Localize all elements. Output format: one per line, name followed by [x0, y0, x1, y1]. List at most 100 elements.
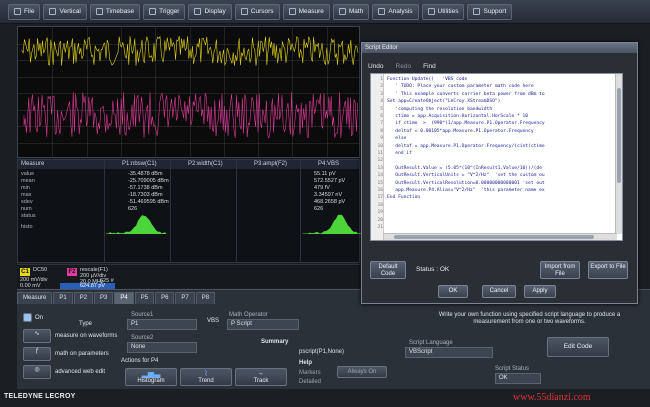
- code-line[interactable]: app.Measure.P4.Alias="V^2/Hz" 'this para…: [387, 188, 544, 193]
- trend-button-label: Trend: [198, 378, 214, 384]
- waveform-icon: ∿: [34, 331, 40, 337]
- track-button[interactable]: ⌁ Track: [235, 368, 287, 386]
- type-advanced-button[interactable]: ◎: [23, 365, 51, 379]
- histogram-button[interactable]: ▂▅▃ Histogram: [125, 368, 177, 386]
- script-editor-dialog[interactable]: Script Editor Undo Redo Find 1 2 3 4 5 6 7 8 9 10…: [361, 42, 638, 304]
- menu-trigger-button[interactable]: Trigger: [143, 3, 186, 20]
- code-line[interactable]: 'computing the resolution bandwidth: [387, 107, 492, 112]
- menu-utilities-button[interactable]: Utilities: [421, 3, 465, 20]
- code-line[interactable]: OutResult.Value = (5.05*(10^(InResult1.V…: [387, 166, 542, 171]
- math-operator-field[interactable]: P Script: [227, 319, 299, 330]
- horizontal-scroll-thumb[interactable]: [394, 235, 594, 239]
- code-horizontal-scrollbar[interactable]: [384, 233, 617, 240]
- menu-timebase-button[interactable]: Timebase: [89, 3, 141, 20]
- type-math-button[interactable]: ƒ: [23, 347, 51, 361]
- code-line[interactable]: OutResult.VerticalUnits = "V^2/Hz" 'set …: [387, 173, 544, 178]
- help-detailed-label: Detailed: [299, 379, 322, 385]
- grid-line: [120, 27, 122, 157]
- code-line[interactable]: OutResult.VerticalResolution=0.000000000…: [387, 181, 544, 186]
- redo-menu-item[interactable]: Redo: [396, 63, 412, 70]
- source2-field[interactable]: None: [127, 342, 197, 353]
- tab-p7[interactable]: P7: [175, 292, 195, 304]
- code-line[interactable]: else: [387, 136, 406, 141]
- p4-cell: 3.34597 nV: [314, 192, 343, 198]
- line-number: 18: [377, 202, 383, 208]
- find-menu-item[interactable]: Find: [423, 63, 436, 70]
- measure-column-header[interactable]: P1:nbsw(C1): [122, 160, 157, 169]
- edit-code-button[interactable]: Edit Code: [547, 337, 609, 357]
- cancel-button[interactable]: Cancel: [482, 285, 516, 298]
- menu-file-button[interactable]: File: [8, 3, 41, 20]
- on-checkbox[interactable]: [23, 313, 32, 322]
- line-number: 6: [380, 114, 383, 119]
- ok-button[interactable]: OK: [438, 285, 468, 298]
- measure-column-header[interactable]: P4:VBS: [318, 160, 339, 169]
- line-number: 14: [377, 173, 383, 179]
- grid-line: [52, 27, 54, 157]
- type-measure-button[interactable]: ∿: [23, 329, 51, 343]
- menu-display-button[interactable]: Display: [188, 3, 232, 20]
- code-line[interactable]: ctime = app.Acquisition.Horizontal.HorSc…: [387, 114, 528, 119]
- code-line[interactable]: if ctime > (990*(1/app.Measure.P1.Operat…: [387, 121, 544, 126]
- file-icon: [14, 8, 21, 15]
- grid-line: [223, 27, 225, 157]
- source1-field[interactable]: P1: [127, 319, 197, 330]
- grid-line: [18, 43, 359, 45]
- menu-math-button[interactable]: Math: [332, 3, 370, 20]
- tab-p4[interactable]: P4: [114, 292, 134, 304]
- import-from-file-button[interactable]: Import from File: [540, 261, 580, 279]
- line-number: 20: [377, 217, 383, 223]
- menu-label: Math: [348, 8, 364, 15]
- menu-vertical-button[interactable]: Vertical: [43, 3, 87, 20]
- tab-p1[interactable]: P1: [53, 292, 73, 304]
- tab-p3[interactable]: P3: [94, 292, 114, 304]
- code-line[interactable]: Function Update() 'VBS code: [387, 77, 467, 82]
- site-watermark: www.55dianzi.com: [513, 392, 591, 403]
- menu-analysis-button[interactable]: Analysis: [372, 3, 419, 20]
- menu-measure-button[interactable]: Measure: [282, 3, 330, 20]
- code-line[interactable]: deltaf = 0.00105*app.Measure.P1.Operator…: [387, 129, 533, 134]
- grid-line: [18, 93, 359, 94]
- code-line[interactable]: deltaf = app.Measure.P1.Operator.Frequen…: [387, 144, 544, 149]
- f2-spectrum-trace: [23, 92, 358, 139]
- measure-column-header[interactable]: P3:ampl(F2): [254, 160, 287, 169]
- line-number: 15: [377, 180, 383, 186]
- display-icon: [194, 8, 202, 15]
- default-code-button[interactable]: Default Code: [370, 261, 406, 279]
- menu-label: Trigger: [159, 8, 180, 15]
- tab-p2[interactable]: P2: [73, 292, 94, 304]
- grid-line: [189, 27, 191, 157]
- cursors-icon: [240, 8, 248, 15]
- line-number: 4: [380, 99, 383, 105]
- code-line[interactable]: ' This example converts carrier beta pow…: [387, 92, 544, 97]
- measure-column-header[interactable]: P2:width(C1): [188, 160, 223, 169]
- menu-label: Support: [483, 8, 507, 15]
- code-line[interactable]: end if: [387, 151, 412, 156]
- tab-measure[interactable]: Measure: [17, 292, 53, 304]
- c1-coupling: DC50: [33, 267, 48, 273]
- undo-menu-item[interactable]: Undo: [368, 63, 384, 70]
- trend-button[interactable]: ⌇ Trend: [180, 368, 232, 386]
- grid-line: [18, 142, 359, 144]
- menu-cursors-button[interactable]: Cursors: [234, 3, 280, 20]
- tab-p5[interactable]: P5: [134, 292, 155, 304]
- script-editor-title[interactable]: Script Editor: [362, 43, 637, 53]
- code-vertical-scrollbar[interactable]: [615, 74, 622, 234]
- f2-channel-tag[interactable]: F2: [67, 268, 77, 276]
- always-on-toggle[interactable]: Always On: [337, 366, 387, 378]
- tab-p6[interactable]: P6: [155, 292, 175, 304]
- code-line[interactable]: ' TODO: Place your custom parameter math…: [387, 84, 533, 89]
- menu-support-button[interactable]: Support: [467, 3, 513, 20]
- vertical-scroll-thumb[interactable]: [617, 88, 621, 183]
- code-line[interactable]: End Function: [387, 195, 420, 200]
- c1-channel-tag[interactable]: C1: [20, 268, 30, 276]
- export-to-file-button[interactable]: Export to File: [588, 261, 628, 279]
- tab-p8[interactable]: P8: [195, 292, 216, 304]
- code-line[interactable]: Set app=CreateObject("LeCroy.XStreamDSO"…: [387, 99, 500, 104]
- vbs-badge: VBS: [207, 318, 220, 324]
- script-language-field[interactable]: VBScript: [405, 347, 493, 358]
- apply-button[interactable]: Apply: [524, 285, 556, 298]
- p4-cell: 572.5527 pV: [314, 178, 346, 184]
- code-editor[interactable]: 1 2 3 4 5 6 7 8 9 10 11 12 13 14 15 16 17 18 19 20 21 Functi…: [370, 73, 623, 241]
- waveform-display[interactable]: [17, 26, 360, 158]
